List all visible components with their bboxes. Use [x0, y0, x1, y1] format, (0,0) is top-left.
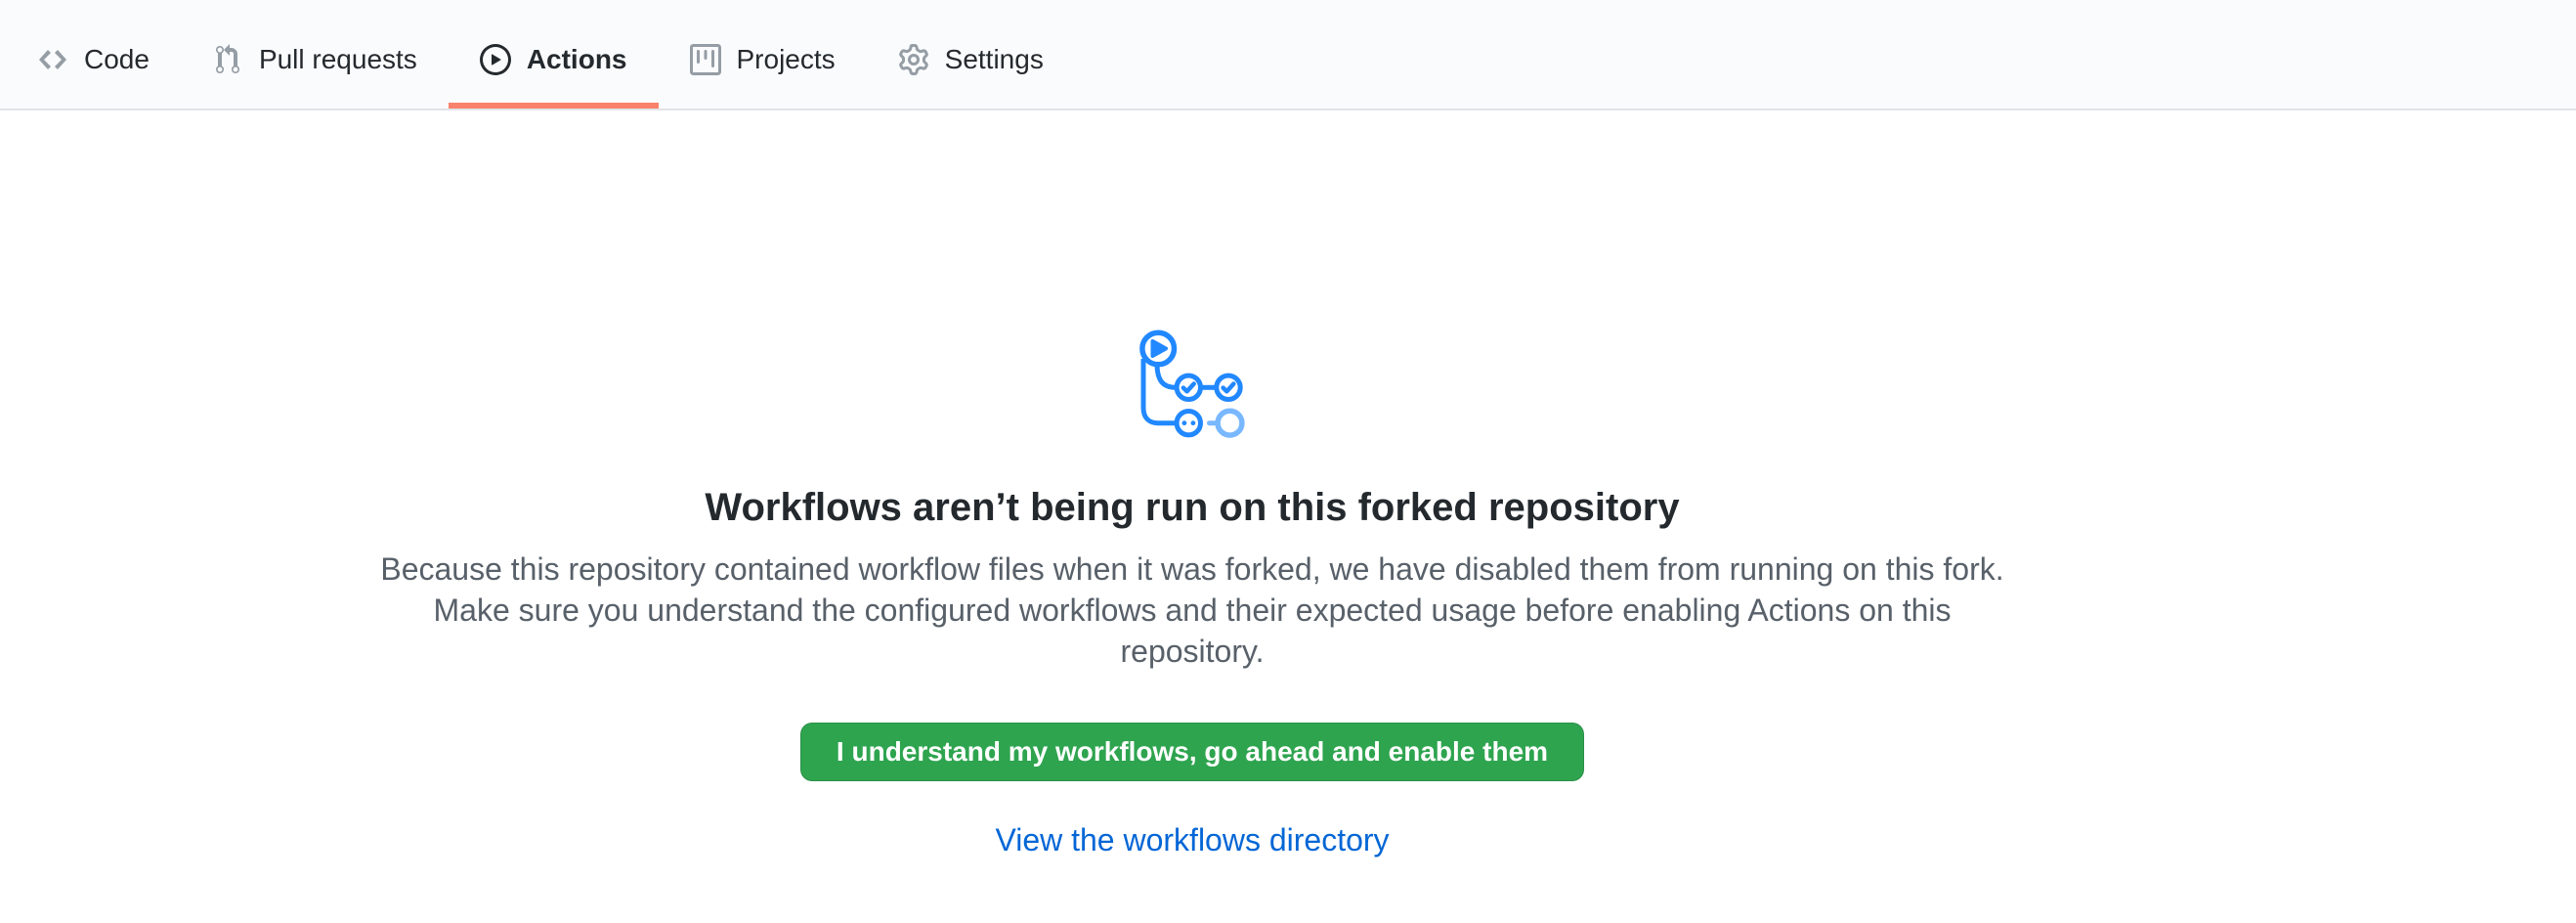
play-icon: [480, 44, 511, 75]
blankslate-description: Because this repository contained workfl…: [371, 549, 2013, 672]
tab-projects[interactable]: Projects: [659, 21, 867, 109]
tab-actions-label: Actions: [527, 40, 627, 79]
gear-icon: [898, 44, 929, 75]
blankslate-heading: Workflows aren’t being run on this forke…: [0, 482, 2384, 533]
project-icon: [690, 44, 721, 75]
tab-code-label: Code: [84, 40, 150, 79]
tab-settings-label: Settings: [945, 40, 1044, 79]
view-workflows-directory-link[interactable]: View the workflows directory: [0, 824, 2384, 856]
repo-tab-nav: Code Pull requests Actions Projects: [0, 0, 2576, 110]
workflows-disabled-blankslate: Workflows aren’t being run on this forke…: [0, 110, 2384, 856]
actions-workflow-illustration-icon: [1139, 330, 1245, 439]
tab-actions[interactable]: Actions: [449, 21, 659, 109]
tab-projects-label: Projects: [737, 40, 836, 79]
tab-code[interactable]: Code: [6, 21, 181, 109]
tab-pull-requests[interactable]: Pull requests: [181, 21, 449, 109]
code-icon: [37, 44, 68, 75]
main-content: Workflows aren’t being run on this forke…: [0, 110, 2384, 856]
tab-settings[interactable]: Settings: [867, 21, 1075, 109]
git-pull-request-icon: [212, 44, 243, 75]
tab-pull-requests-label: Pull requests: [259, 40, 417, 79]
enable-workflows-button[interactable]: I understand my workflows, go ahead and …: [800, 723, 1584, 781]
